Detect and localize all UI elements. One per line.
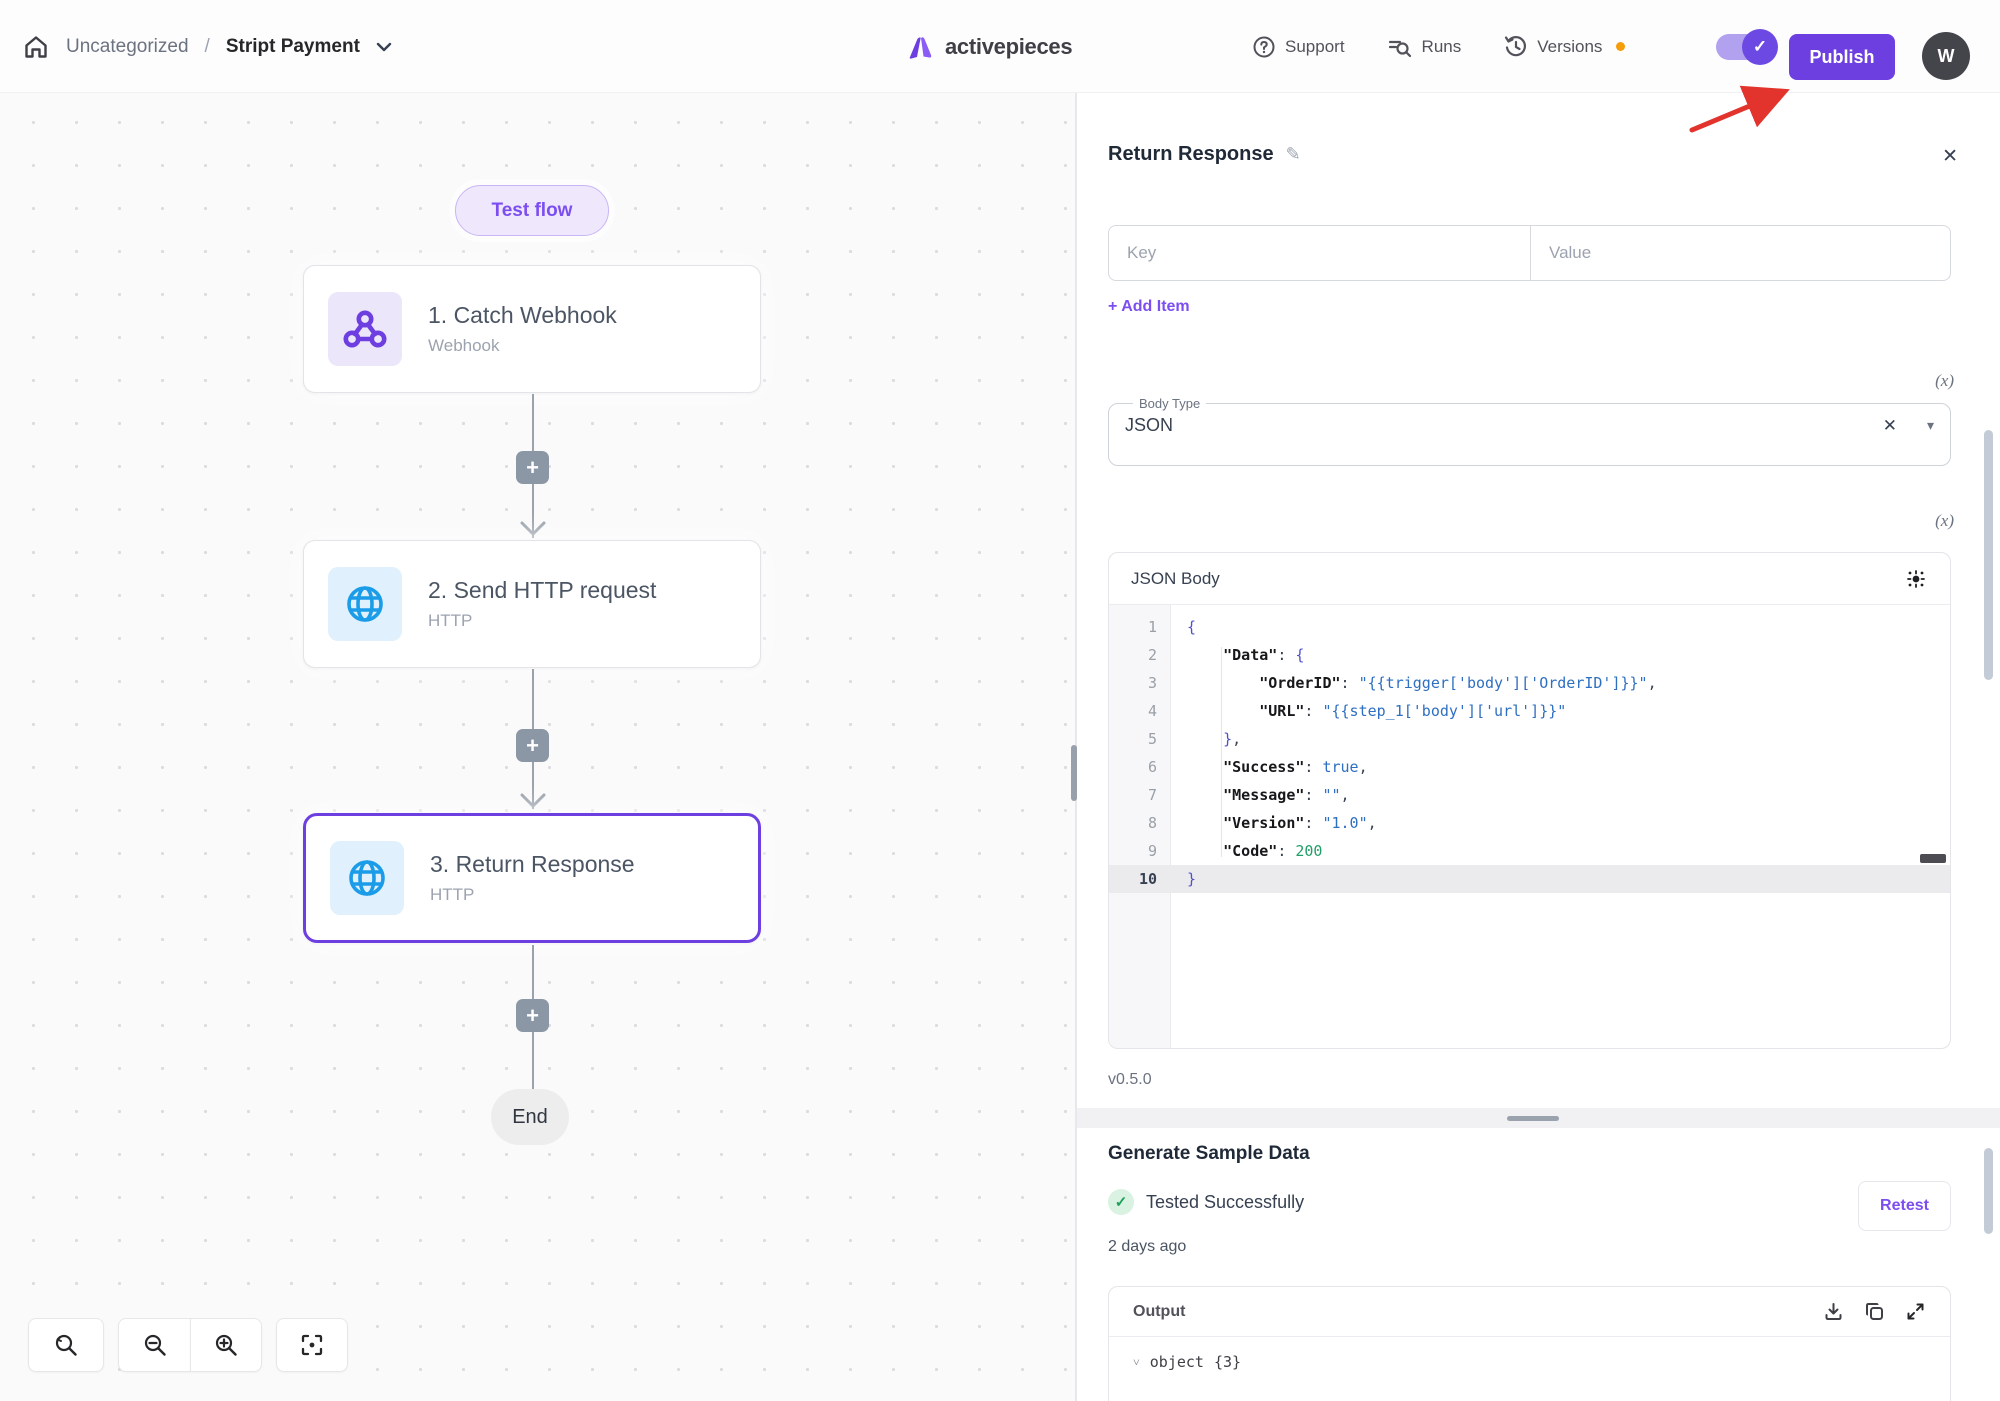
retest-button[interactable]: Retest [1858, 1181, 1951, 1231]
panel-scrollbar[interactable] [1984, 430, 1993, 680]
step-title: 2. Send HTTP request [428, 577, 656, 604]
step-title: 1. Catch Webhook [428, 302, 617, 329]
json-body-title: JSON Body [1131, 569, 1904, 589]
expand-icon[interactable] [1905, 1301, 1926, 1322]
nav-runs[interactable]: Runs [1387, 35, 1462, 59]
versions-history-icon [1503, 34, 1528, 59]
home-icon[interactable] [22, 33, 50, 61]
code-line[interactable]: 1{ [1109, 613, 1950, 641]
add-step-button[interactable]: + [516, 999, 549, 1032]
section-scrollbar[interactable] [1984, 1148, 1993, 1234]
edit-name-icon[interactable]: ✎ [1286, 144, 1301, 165]
code-line[interactable]: 4 "URL": "{{step_1['body']['url']}}" [1109, 697, 1950, 725]
ai-sparkle-icon[interactable] [1904, 567, 1928, 591]
step-card-return-response[interactable]: 3. Return Response HTTP [303, 813, 761, 943]
flow-builder-app: Uncategorized / Stript Payment activepie… [0, 0, 2000, 1401]
globe-icon [330, 841, 404, 915]
code-line[interactable]: 6 "Success": true, [1109, 753, 1950, 781]
divider-drag-handle[interactable] [1507, 1116, 1559, 1121]
globe-icon [328, 567, 402, 641]
code-line[interactable]: 9 "Code": 200 [1109, 837, 1950, 865]
versions-unpublished-dot [1616, 42, 1625, 51]
add-step-button[interactable]: + [516, 729, 549, 762]
reset-zoom-button[interactable] [28, 1318, 104, 1372]
output-title: Output [1133, 1303, 1823, 1321]
step-settings-panel: Return Response ✎ ✕ + Add Item (x) Body … [1077, 93, 2000, 1401]
editor-scroll-marker [1920, 854, 1946, 863]
clear-selection-icon[interactable]: ✕ [1883, 416, 1897, 436]
dynamic-value-toggle-icon[interactable]: (x) [1935, 511, 1954, 531]
header-nav: Support Runs Versions [1252, 0, 1625, 93]
step-card-catch-webhook[interactable]: 1. Catch Webhook Webhook [303, 265, 761, 393]
step-subtitle: HTTP [430, 885, 635, 905]
code-line[interactable]: 10} [1109, 865, 1950, 893]
connector-arrow-icon [519, 521, 547, 537]
piece-version-label: v0.5.0 [1108, 1071, 1152, 1089]
panel-section-divider [1077, 1108, 2000, 1128]
headers-key-value-row [1108, 225, 1951, 281]
add-item-link[interactable]: + Add Item [1108, 298, 1190, 316]
success-check-icon: ✓ [1108, 1189, 1134, 1215]
fit-to-view-button[interactable] [276, 1318, 348, 1372]
breadcrumb: Uncategorized / Stript Payment [22, 0, 392, 93]
zoom-out-button[interactable] [118, 1318, 190, 1372]
test-flow-button[interactable]: Test flow [455, 185, 609, 236]
avatar[interactable]: W [1922, 32, 1970, 80]
code-editor[interactable]: 1{2 "Data": {3 "OrderID": "{{trigger['bo… [1109, 605, 1950, 1049]
step-title: 3. Return Response [430, 851, 635, 878]
breadcrumb-category[interactable]: Uncategorized [66, 36, 189, 58]
code-line[interactable]: 5 }, [1109, 725, 1950, 753]
publish-button[interactable]: Publish [1789, 34, 1895, 80]
breadcrumb-flow-name[interactable]: Stript Payment [226, 36, 360, 58]
nav-support[interactable]: Support [1252, 35, 1345, 59]
webhook-icon [328, 292, 402, 366]
tree-node-count: {3} [1214, 1353, 1241, 1371]
select-caret-icon[interactable]: ▾ [1927, 417, 1934, 434]
toggle-check-icon: ✓ [1742, 29, 1778, 65]
body-type-label: Body Type [1133, 396, 1206, 411]
tree-node-type: object [1150, 1353, 1204, 1371]
test-time-ago: 2 days ago [1108, 1238, 1186, 1256]
flow-enabled-toggle[interactable]: ✓ [1716, 34, 1774, 60]
nav-versions-label: Versions [1537, 37, 1602, 57]
runs-icon [1387, 35, 1413, 59]
app-logo: activepieces [905, 0, 1072, 93]
value-input[interactable] [1531, 226, 1950, 280]
code-line[interactable]: 2 "Data": { [1109, 641, 1950, 669]
breadcrumb-separator: / [205, 36, 210, 58]
panel-title: Return Response [1108, 143, 1274, 166]
activepieces-logo-icon [905, 32, 935, 62]
flow-end-node: End [491, 1089, 569, 1145]
chevron-down-icon[interactable] [376, 42, 392, 52]
nav-runs-label: Runs [1422, 37, 1462, 57]
key-input[interactable] [1109, 226, 1531, 280]
code-line[interactable]: 3 "OrderID": "{{trigger['body']['OrderID… [1109, 669, 1950, 697]
json-body-editor: JSON Body 1{2 "Data": {3 "OrderID": "{{t… [1108, 552, 1951, 1049]
connector-arrow-icon [519, 793, 547, 809]
step-card-send-http[interactable]: 2. Send HTTP request HTTP [303, 540, 761, 668]
nav-support-label: Support [1285, 37, 1345, 57]
add-step-button[interactable]: + [516, 451, 549, 484]
nav-versions[interactable]: Versions [1503, 34, 1602, 59]
copy-icon[interactable] [1864, 1301, 1885, 1322]
question-circle-icon [1252, 35, 1276, 59]
tree-collapse-icon[interactable]: ˅ [1133, 1355, 1140, 1370]
output-tree-root[interactable]: ˅ object {3} [1109, 1337, 1950, 1371]
code-line[interactable]: 7 "Message": "", [1109, 781, 1950, 809]
code-line[interactable]: 8 "Version": "1.0", [1109, 809, 1950, 837]
step-subtitle: HTTP [428, 611, 656, 631]
dynamic-value-toggle-icon[interactable]: (x) [1935, 371, 1954, 391]
zoom-in-button[interactable] [190, 1318, 262, 1372]
flow-canvas[interactable]: Test flow 1. Catch Webhook Webhook [0, 93, 1075, 1401]
app-logo-text: activepieces [945, 34, 1072, 60]
step-subtitle: Webhook [428, 336, 617, 356]
output-card: Output [1108, 1286, 1951, 1401]
test-status-text: Tested Successfully [1146, 1192, 1304, 1213]
body-type-select[interactable]: Body Type JSON ✕ ▾ [1108, 396, 1951, 466]
download-icon[interactable] [1823, 1301, 1844, 1322]
top-header: Uncategorized / Stript Payment activepie… [0, 0, 2000, 93]
generate-sample-data-title: Generate Sample Data [1108, 1143, 1310, 1165]
body-type-value: JSON [1125, 415, 1883, 436]
close-panel-icon[interactable]: ✕ [1942, 145, 1958, 168]
